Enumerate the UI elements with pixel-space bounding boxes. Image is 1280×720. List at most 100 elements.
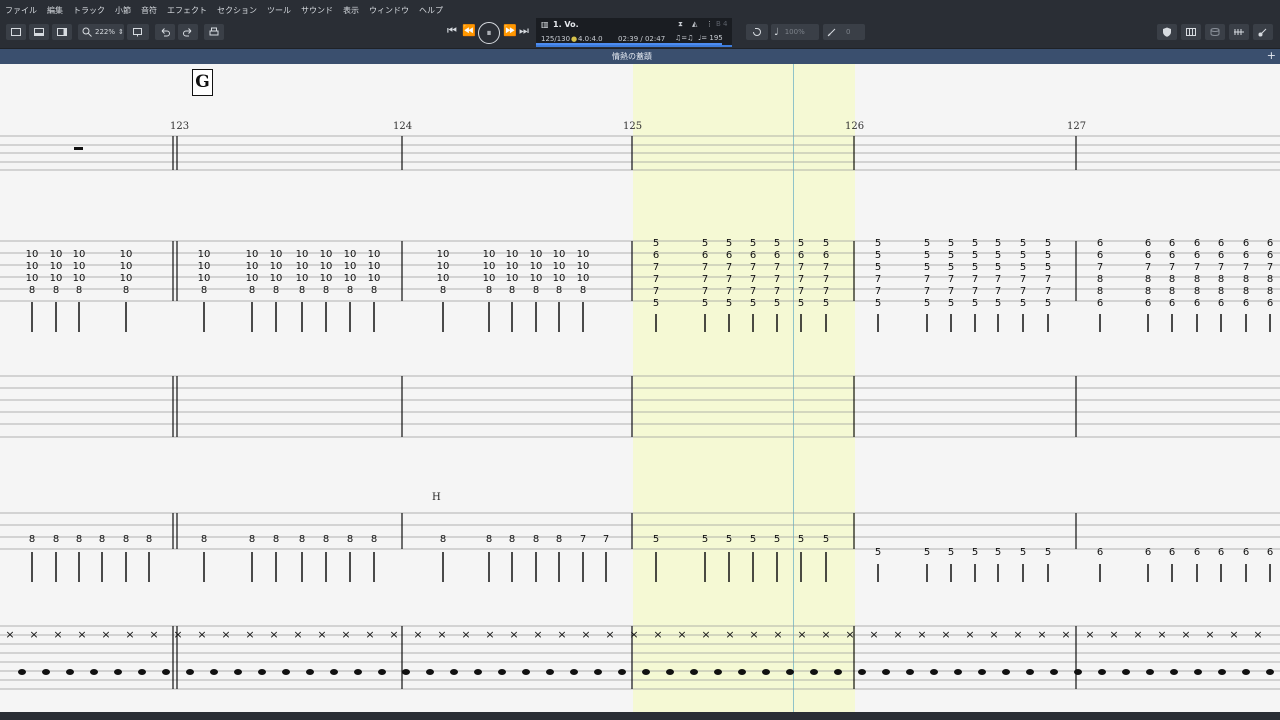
drum-notehead: × bbox=[941, 628, 950, 641]
tab-fret-number: 8 bbox=[273, 534, 279, 545]
menu-tool[interactable]: ツール bbox=[267, 5, 291, 16]
fast-forward-icon[interactable]: ⏩ bbox=[503, 24, 517, 37]
score-view[interactable]: G 123 124 125 126 127 H 10 10 10 8 10 10 10 8 10… bbox=[0, 64, 1280, 712]
tab-fret-number: 7 bbox=[750, 274, 756, 285]
redo-icon[interactable] bbox=[178, 24, 198, 40]
drum-notehead bbox=[810, 669, 818, 675]
score-title[interactable]: 情熱の蓋蹟 bbox=[0, 51, 1264, 62]
drum-notehead: × bbox=[1013, 628, 1022, 641]
drum-notehead: × bbox=[581, 628, 590, 641]
menu-edit[interactable]: 編集 bbox=[47, 5, 63, 16]
tab-fret-number: 7 bbox=[1218, 262, 1224, 273]
drum-notehead bbox=[522, 669, 530, 675]
keyboard-icon[interactable] bbox=[1181, 24, 1201, 40]
tab-fret-number: 10 bbox=[120, 273, 133, 284]
tab-fret-number: 8 bbox=[347, 285, 353, 296]
guitar-fretboard-icon[interactable] bbox=[1229, 24, 1249, 40]
tab-fret-number: 5 bbox=[924, 238, 930, 249]
drum-notehead bbox=[90, 669, 98, 675]
lcd-triplet-feel[interactable]: ♫=♫ bbox=[675, 34, 693, 42]
menu-sound[interactable]: サウンド bbox=[301, 5, 333, 16]
drum-notehead: × bbox=[29, 628, 38, 641]
tab-fret-number: 5 bbox=[995, 238, 1001, 249]
tab-fret-number: 7 bbox=[823, 286, 829, 297]
drum-notehead bbox=[1242, 669, 1250, 675]
lcd-track-name[interactable]: 1. Vo. bbox=[553, 20, 579, 29]
menu-view[interactable]: 表示 bbox=[343, 5, 359, 16]
tab-fret-number: 6 bbox=[1218, 250, 1224, 261]
drum-notehead: × bbox=[797, 628, 806, 641]
tab-fret-number: 6 bbox=[1097, 238, 1103, 249]
more-icon[interactable]: ⋮ bbox=[706, 20, 713, 28]
tab-fret-number: 7 bbox=[1020, 286, 1026, 297]
tab-fret-number: 5 bbox=[972, 238, 978, 249]
drum-notehead: × bbox=[653, 628, 662, 641]
drum-notehead: × bbox=[437, 628, 446, 641]
shield-icon[interactable] bbox=[1157, 24, 1177, 40]
drum-notehead bbox=[258, 669, 266, 675]
drum-notehead bbox=[282, 669, 290, 675]
rewind-icon[interactable]: ⏪ bbox=[462, 24, 476, 37]
volume-value: 100% bbox=[784, 28, 805, 36]
lcd-bar-position: 125/130 bbox=[541, 35, 571, 43]
tab-fret-number: 7 bbox=[1097, 262, 1103, 273]
menu-track[interactable]: トラック bbox=[73, 5, 105, 16]
menu-window[interactable]: ウィンドウ bbox=[369, 5, 409, 16]
page-layout-icon[interactable] bbox=[127, 24, 149, 40]
tab-fret-number: 7 bbox=[774, 262, 780, 273]
tab-fret-number: 5 bbox=[653, 298, 659, 309]
metronome-icon[interactable]: ⧗ bbox=[678, 20, 683, 29]
tab-fret-number: 7 bbox=[702, 262, 708, 273]
notation-canvas: 1010108101010810101081010108101010810101… bbox=[0, 135, 1280, 690]
menu-help[interactable]: ヘルプ bbox=[419, 5, 443, 16]
tab-fret-number: 6 bbox=[1218, 547, 1224, 558]
tab-fret-number: 8 bbox=[299, 285, 305, 296]
drum-icon[interactable] bbox=[1205, 24, 1225, 40]
lcd-display: ▥ 1. Vo. ⧗ ◭ ⋮ B 4 125/130 ● 4.0:4.0 02:… bbox=[536, 18, 732, 47]
undo-icon[interactable] bbox=[155, 24, 175, 40]
tab-fret-number: 10 bbox=[50, 261, 63, 272]
tab-fret-number: 5 bbox=[875, 250, 881, 261]
zoom-select[interactable]: 222% ⇕ bbox=[78, 24, 124, 40]
pause-button[interactable]: ⏸ bbox=[478, 22, 500, 44]
panel-right-icon[interactable] bbox=[52, 24, 72, 40]
tab-fret-number: 5 bbox=[972, 298, 978, 309]
loop-icon[interactable] bbox=[746, 24, 768, 40]
tab-fret-number: 6 bbox=[1169, 238, 1175, 249]
tab-fret-number: 5 bbox=[972, 262, 978, 273]
drum-notehead: × bbox=[533, 628, 542, 641]
tab-fret-number: 10 bbox=[26, 249, 39, 260]
tab-fret-number: 5 bbox=[726, 298, 732, 309]
drum-notehead: × bbox=[1229, 628, 1238, 641]
print-icon[interactable] bbox=[204, 24, 224, 40]
count-in-icon[interactable]: ◭ bbox=[692, 20, 697, 28]
tab-fret-number: 7 bbox=[948, 286, 954, 297]
add-icon[interactable]: + bbox=[1267, 49, 1276, 62]
drum-notehead bbox=[1026, 669, 1034, 675]
tab-fret-number: 5 bbox=[653, 238, 659, 249]
tab-fret-number: 7 bbox=[823, 274, 829, 285]
go-to-end-icon[interactable]: ⏭ bbox=[519, 24, 529, 38]
drum-notehead: × bbox=[893, 628, 902, 641]
drum-notehead bbox=[234, 669, 242, 675]
metronome-volume[interactable]: ♩ 100% bbox=[771, 24, 819, 40]
go-to-start-icon[interactable]: ⏮ bbox=[447, 24, 457, 38]
menu-section[interactable]: セクション bbox=[217, 5, 257, 16]
panel-bottom-icon[interactable] bbox=[29, 24, 49, 40]
menu-file[interactable]: ファイル bbox=[5, 5, 37, 16]
lcd-tempo[interactable]: ♩= 195 bbox=[698, 34, 723, 42]
drum-notehead: × bbox=[773, 628, 782, 641]
status-bar bbox=[0, 712, 1280, 720]
tab-fret-number: 10 bbox=[483, 261, 496, 272]
tab-fret-number: 8 bbox=[486, 534, 492, 545]
drum-notehead: × bbox=[341, 628, 350, 641]
menu-bar-measure[interactable]: 小節 bbox=[115, 5, 131, 16]
drum-notehead: × bbox=[1181, 628, 1190, 641]
tab-fret-number: 5 bbox=[726, 534, 732, 545]
panel-left-icon[interactable] bbox=[6, 24, 26, 40]
menu-note[interactable]: 音符 bbox=[141, 5, 157, 16]
tuning-fork-control[interactable]: 0 bbox=[823, 24, 865, 40]
menu-effect[interactable]: エフェクト bbox=[167, 5, 207, 16]
song-progress-bar[interactable] bbox=[536, 43, 723, 45]
guitar-icon[interactable] bbox=[1253, 24, 1273, 40]
